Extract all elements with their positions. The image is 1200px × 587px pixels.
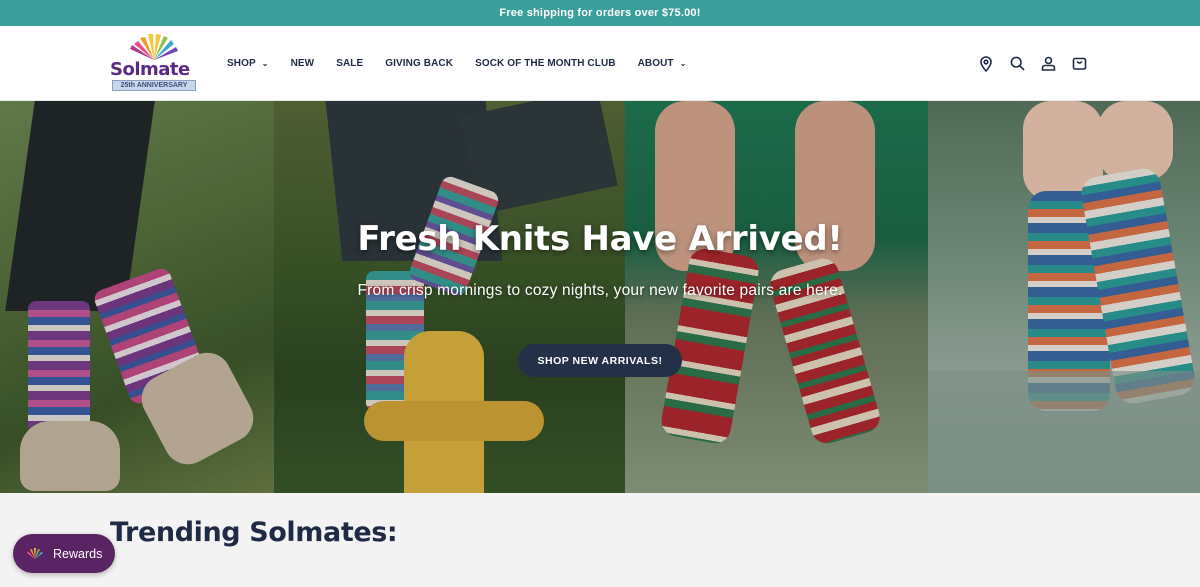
nav-label: SHOP xyxy=(227,58,256,69)
hero-banner: Fresh Knits Have Arrived! From crisp mor… xyxy=(0,101,1200,493)
main-nav: SHOP ⌄ NEW SALE GIVING BACK SOCK OF THE … xyxy=(227,26,708,101)
brand-logo[interactable]: Solmate 25th ANNIVERSARY xyxy=(108,32,200,96)
nav-item-about[interactable]: ABOUT ⌄ xyxy=(638,58,687,69)
nav-label: SALE xyxy=(336,58,364,69)
nav-label: SOCK OF THE MONTH CLUB xyxy=(475,58,616,69)
hero-subtitle: From crisp mornings to cozy nights, your… xyxy=(357,282,843,299)
sun-icon xyxy=(27,547,43,559)
chevron-down-icon: ⌄ xyxy=(261,59,269,68)
nav-item-sale[interactable]: SALE xyxy=(336,58,363,69)
rewards-label: Rewards xyxy=(53,546,103,561)
announcement-text: Free shipping for orders over $75.00! xyxy=(499,7,701,19)
anniversary-badge: 25th ANNIVERSARY xyxy=(112,80,196,91)
cart-icon[interactable] xyxy=(1070,55,1088,73)
rewards-button[interactable]: Rewards xyxy=(13,534,115,573)
location-pin-icon[interactable] xyxy=(977,55,995,73)
trending-heading: Trending Solmates: xyxy=(110,517,398,548)
nav-item-shop[interactable]: SHOP ⌄ xyxy=(227,58,269,69)
account-icon[interactable] xyxy=(1039,55,1057,73)
site-header: Solmate 25th ANNIVERSARY SHOP ⌄ NEW SALE… xyxy=(0,26,1200,101)
brand-name: Solmate xyxy=(110,59,190,80)
hero-title: Fresh Knits Have Arrived! xyxy=(357,219,843,259)
shop-new-arrivals-button[interactable]: SHOP NEW ARRIVALS! xyxy=(518,344,682,377)
nav-label: ABOUT xyxy=(637,58,674,69)
nav-item-new[interactable]: NEW xyxy=(291,58,315,69)
nav-label: NEW xyxy=(290,58,315,69)
announcement-bar: Free shipping for orders over $75.00! xyxy=(0,0,1200,26)
nav-item-giving-back[interactable]: GIVING BACK xyxy=(385,58,453,69)
nav-item-sock-of-the-month-club[interactable]: SOCK OF THE MONTH CLUB xyxy=(475,58,616,69)
nav-label: GIVING BACK xyxy=(385,58,454,69)
sun-logo-icon xyxy=(130,34,178,60)
header-icons xyxy=(964,26,1088,101)
chevron-down-icon: ⌄ xyxy=(679,59,687,68)
search-icon[interactable] xyxy=(1008,55,1026,73)
